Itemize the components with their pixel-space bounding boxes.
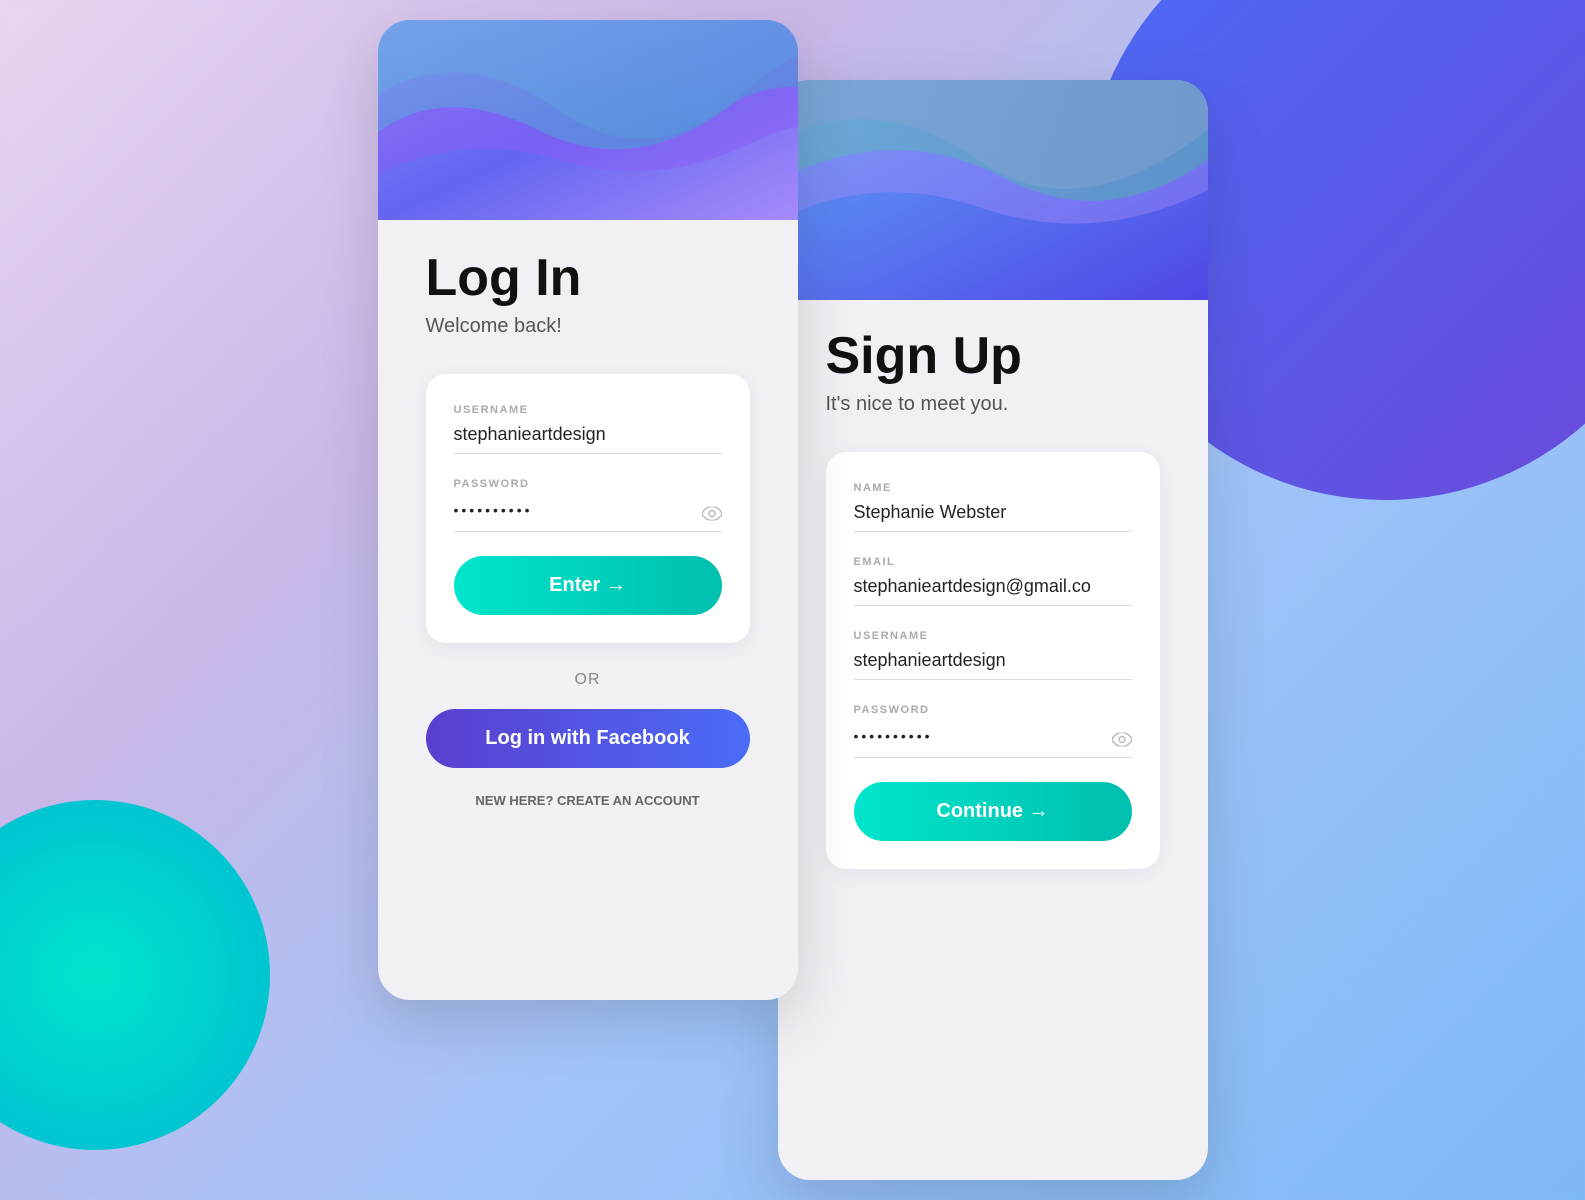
login-eye-icon[interactable] xyxy=(702,504,722,525)
signup-password-group: PASSWORD •••••••••• xyxy=(854,704,1132,758)
signup-title: Sign Up xyxy=(826,328,1160,385)
login-password-dots: •••••••••• xyxy=(454,502,533,518)
signup-email-input-wrapper xyxy=(854,576,1132,606)
or-text: OR xyxy=(426,671,750,689)
signup-eye-icon[interactable] xyxy=(1112,730,1132,751)
login-password-group: PASSWORD •••••••••• xyxy=(454,478,722,532)
signup-name-label: NAME xyxy=(854,482,1132,494)
login-password-input-wrapper: •••••••••• xyxy=(454,498,722,532)
signup-form-box: NAME EMAIL USERNAME xyxy=(826,452,1160,869)
login-card: Log In Welcome back! USERNAME PASSWORD •… xyxy=(378,20,798,1000)
signup-wave-header xyxy=(778,80,1208,300)
login-form-box: USERNAME PASSWORD •••••••••• xyxy=(426,374,750,643)
login-enter-button[interactable]: Enter → xyxy=(454,556,722,615)
signup-password-input-wrapper: •••••••••• xyxy=(854,724,1132,758)
bg-blob-teal xyxy=(0,800,270,1150)
signup-content: Sign Up It's nice to meet you. NAME EMAI… xyxy=(778,300,1208,945)
signup-card: Sign Up It's nice to meet you. NAME EMAI… xyxy=(778,80,1208,1180)
signup-username-label: USERNAME xyxy=(854,630,1132,642)
login-title: Log In xyxy=(426,250,750,307)
signup-email-label: EMAIL xyxy=(854,556,1132,568)
login-username-input-wrapper xyxy=(454,424,722,454)
login-signup-link: New here? CREATE AN ACCOUNT xyxy=(426,792,750,808)
signup-username-input[interactable] xyxy=(854,650,1132,671)
login-username-input[interactable] xyxy=(454,424,722,445)
signup-email-group: EMAIL xyxy=(854,556,1132,606)
signup-password-dots: •••••••••• xyxy=(854,728,933,744)
login-subtitle: Welcome back! xyxy=(426,315,750,338)
login-username-group: USERNAME xyxy=(454,404,722,454)
create-account-text[interactable]: CREATE AN ACCOUNT xyxy=(557,793,700,808)
login-username-label: USERNAME xyxy=(454,404,722,416)
signup-name-input[interactable] xyxy=(854,502,1132,523)
login-content: Log In Welcome back! USERNAME PASSWORD •… xyxy=(378,220,798,858)
login-wave-header xyxy=(378,20,798,220)
signup-password-label: PASSWORD xyxy=(854,704,1132,716)
screens-container: Log In Welcome back! USERNAME PASSWORD •… xyxy=(378,20,1208,1180)
login-password-label: PASSWORD xyxy=(454,478,722,490)
signup-username-input-wrapper xyxy=(854,650,1132,680)
signup-name-group: NAME xyxy=(854,482,1132,532)
signup-name-input-wrapper xyxy=(854,502,1132,532)
signup-email-input[interactable] xyxy=(854,576,1132,597)
signup-continue-button[interactable]: Continue → xyxy=(854,782,1132,841)
new-here-text: New here? xyxy=(475,793,557,808)
signup-username-group: USERNAME xyxy=(854,630,1132,680)
login-facebook-button[interactable]: Log in with Facebook xyxy=(426,709,750,768)
signup-subtitle: It's nice to meet you. xyxy=(826,393,1160,416)
